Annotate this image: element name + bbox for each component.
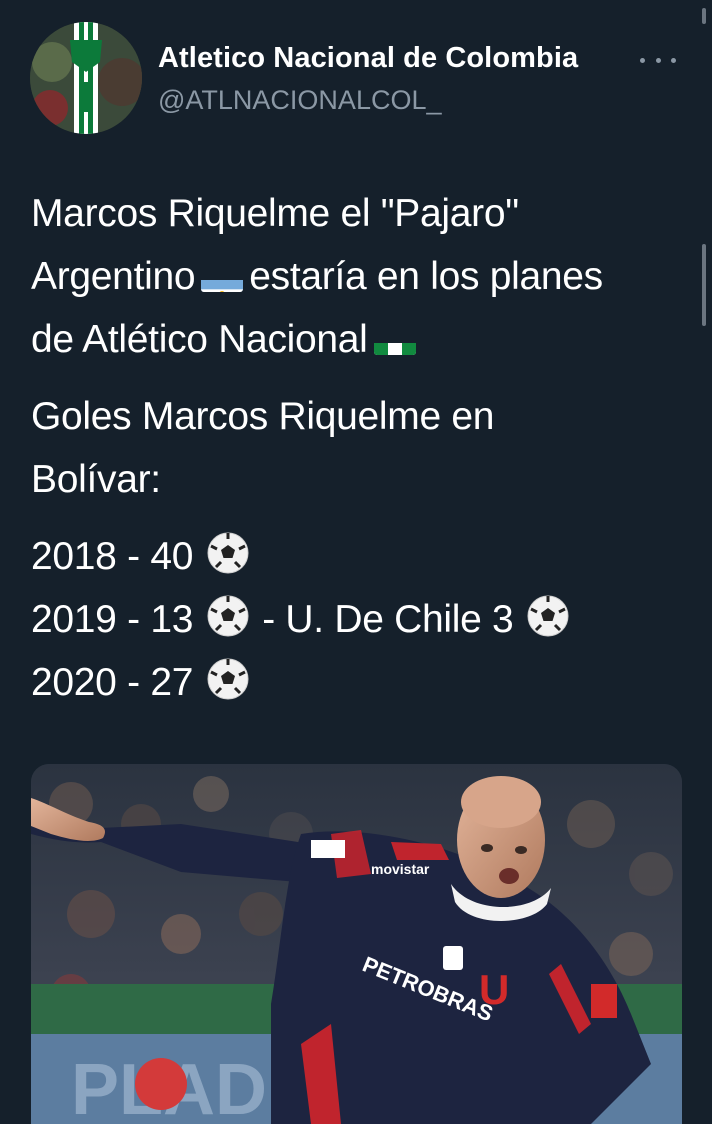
stat-2019: 2019 - 13 — [31, 598, 194, 641]
tweet-line: Goles Marcos Riquelme en — [31, 395, 495, 438]
scrollbar-thumb-top[interactable] — [702, 8, 706, 24]
account-handle[interactable]: @ATLNACIONALCOL_ — [158, 85, 442, 116]
tweet-paragraph-1: Marcos Riquelme el "Pajaro" Argentino est… — [31, 182, 691, 371]
tweet-line: de Atlético Nacional — [31, 318, 368, 361]
stat-2018: 2018 - 40 — [31, 535, 194, 578]
soccer-ball-icon — [206, 594, 250, 638]
tweet-paragraph-2: Goles Marcos Riquelme en Bolívar: — [31, 385, 691, 511]
stat-2020: 2020 - 27 — [31, 661, 194, 704]
display-name[interactable]: Atletico Nacional de Colombia — [158, 42, 578, 75]
green-white-flag-icon — [373, 327, 416, 355]
tweet-text: Marcos Riquelme el "Pajaro" Argentino est… — [31, 182, 691, 728]
argentina-flag-icon — [201, 264, 244, 292]
tweet-line: Marcos Riquelme el "Pajaro" — [31, 192, 519, 235]
soccer-ball-icon — [206, 657, 250, 701]
tweet-header: Atletico Nacional de Colombia @ATLNACION… — [30, 22, 690, 134]
tweet-line: Argentino — [31, 255, 196, 298]
jersey-sponsor-movistar: movistar — [371, 861, 430, 877]
tweet-stats: 2018 - 40 2019 - 13 - U. De Chile 3 2020… — [31, 525, 691, 714]
avatar[interactable] — [30, 22, 142, 134]
soccer-ball-icon — [206, 531, 250, 575]
tweet-line: estaría en los planes — [249, 255, 603, 298]
more-horizontal-icon[interactable] — [640, 46, 676, 74]
tweet-media-photo[interactable]: PLAD JU movistar PETROBRAS U — [31, 764, 682, 1124]
soccer-ball-icon — [526, 594, 570, 638]
stat-u-de-chile: - U. De Chile 3 — [262, 598, 514, 641]
tweet-line: Bolívar: — [31, 458, 161, 501]
scrollbar-thumb[interactable] — [702, 244, 706, 326]
jersey-crest: U — [479, 966, 509, 1013]
